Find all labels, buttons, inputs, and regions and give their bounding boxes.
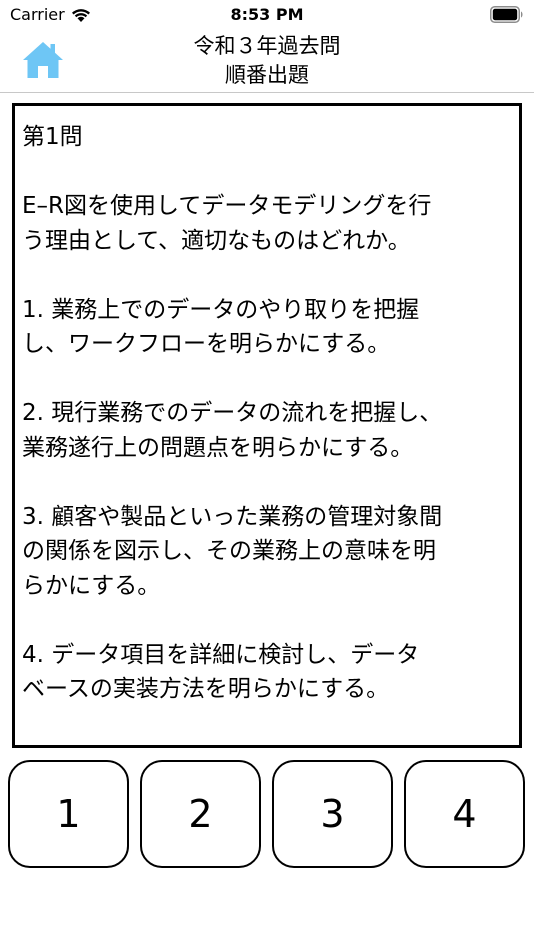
answer-button-3[interactable]: 3 [272, 760, 393, 868]
clock: 8:53 PM [230, 5, 304, 24]
status-bar: Carrier 8:53 PM [0, 0, 534, 30]
navigation-bar: 令和３年過去問 順番出題 [0, 30, 534, 93]
page-title: 令和３年過去問 [193, 34, 341, 58]
option-3-line: 3. 顧客や製品といった業務の管理対象間 [22, 503, 443, 530]
option-3-line: の関係を図示し、その業務上の意味を明 [22, 538, 436, 564]
question-stem-line: う理由として、適切なものはどれか。 [22, 227, 411, 254]
option-4-line: 4. データ項目を詳細に検討し、データ [22, 641, 420, 668]
question-number: 第1問 [22, 124, 83, 150]
battery-icon [490, 6, 523, 23]
option-4-line: ベースの実装方法を明らかにする。 [22, 676, 390, 702]
question-stem-line: E–R図を使用してデータモデリングを行 [22, 193, 432, 219]
option-3-line: らかにする。 [22, 572, 161, 599]
page-subtitle: 順番出題 [225, 63, 309, 87]
option-1-line: 1. 業務上でのデータのやり取りを把握 [22, 296, 420, 323]
answer-button-2[interactable]: 2 [140, 760, 261, 868]
answer-buttons: 1 2 3 4 [8, 760, 526, 868]
option-1-line: し、ワークフローを明らかにする。 [22, 331, 391, 357]
answer-button-4[interactable]: 4 [404, 760, 525, 868]
question-panel: 第1問 E–R図を使用してデータモデリングを行 う理由として、適切なものはどれか… [12, 103, 522, 748]
option-2-line: 業務遂行上の問題点を明らかにする。 [22, 434, 414, 461]
question-text: 第1問 E–R図を使用してデータモデリングを行 う理由として、適切なものはどれか… [15, 106, 519, 707]
option-2-line: 2. 現行業務でのデータの流れを把握し、 [22, 400, 443, 426]
answer-button-1[interactable]: 1 [8, 760, 129, 868]
